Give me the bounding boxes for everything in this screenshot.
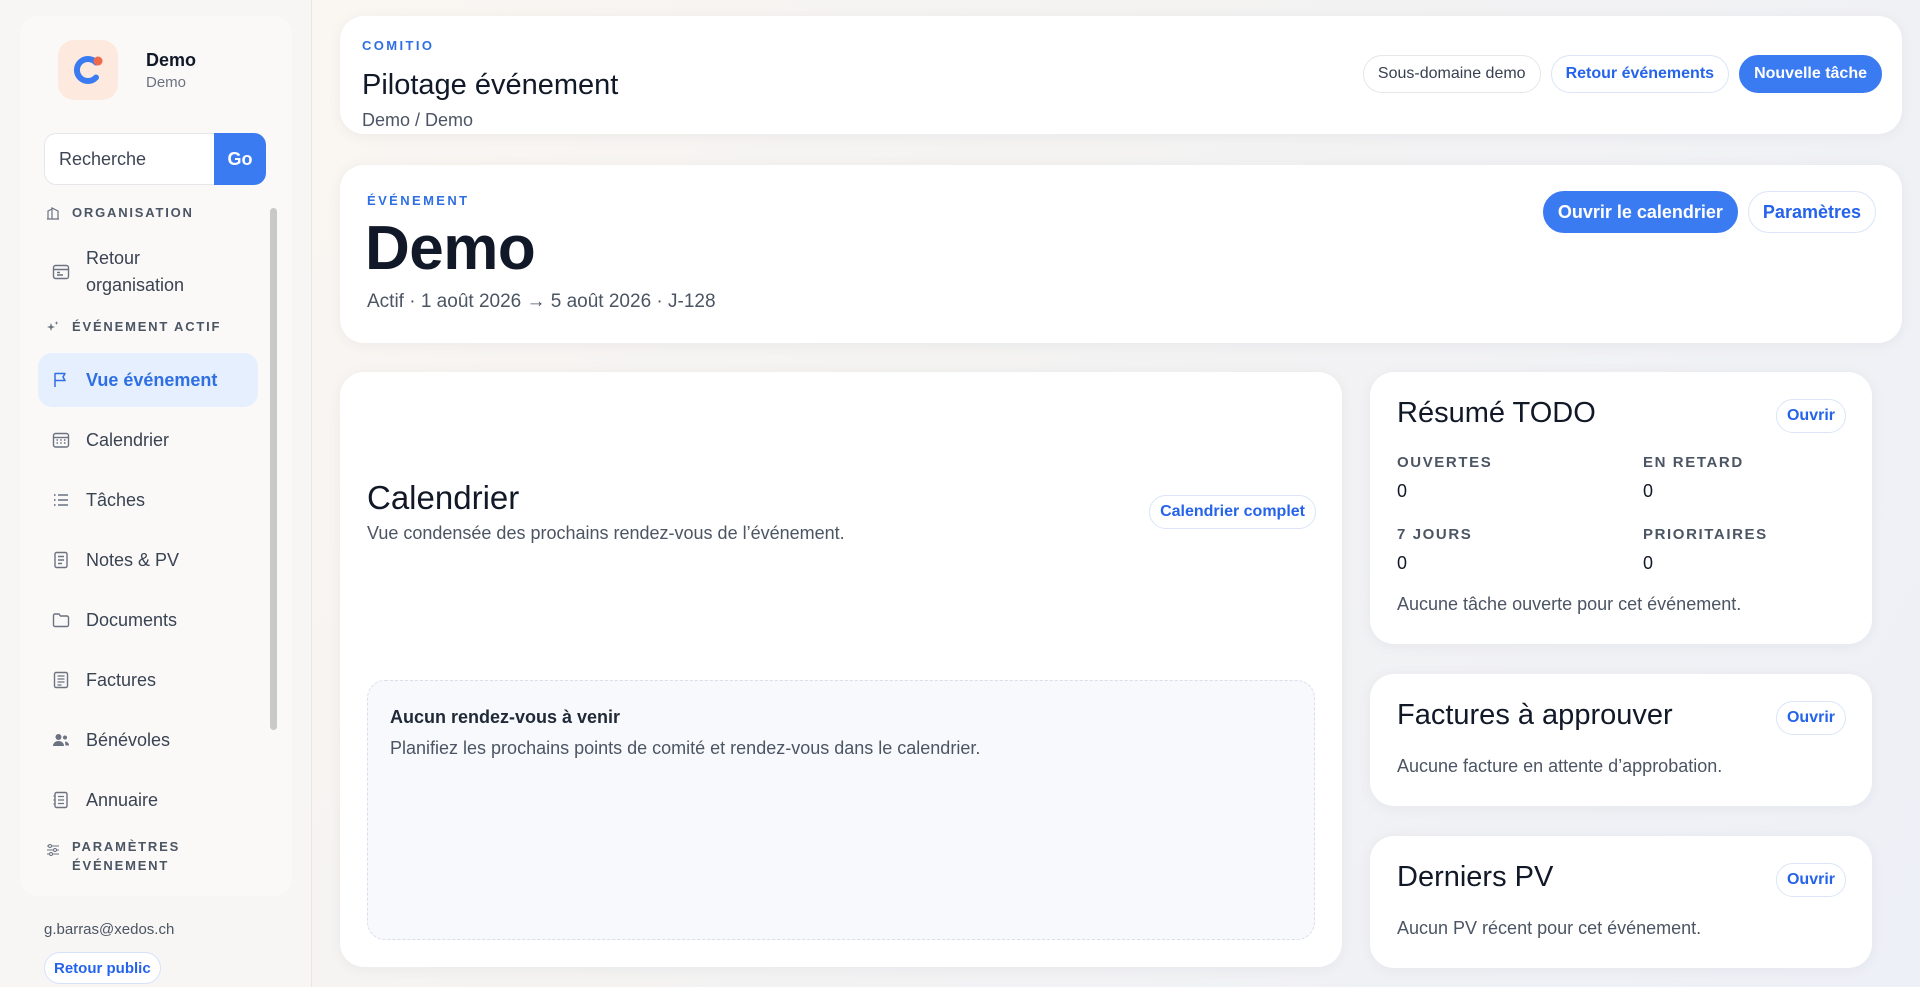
todo-empty-text: Aucune tâche ouverte pour cet événement. [1397,594,1742,614]
invoices-open-button[interactable]: Ouvrir [1775,701,1846,735]
sidebar-item-label: Documents [86,609,178,630]
todo-stats: OUVERTES 0 EN RETARD 0 7 JOURS 0 PRIORIT… [1397,454,1847,574]
todo-open-button[interactable]: Ouvrir [1775,399,1846,433]
stat-value: 0 [1643,553,1654,573]
building-icon [47,207,59,220]
empty-state-text: Planifiez les prochains points de comité… [390,738,981,758]
event-card: ÉVÉNEMENT Demo Actif · 1 août 2026 → 5 a… [340,165,1902,343]
nav-section-organisation: ORGANISATION [38,205,258,239]
calendar-empty-state: Aucun rendez-vous à venir Planifiez les … [367,680,1315,940]
user-email: g.barras@xedos.ch [44,921,175,938]
sidebar-item-calendar[interactable]: Calendrier [38,413,258,467]
brand-subtitle: Demo [146,73,187,91]
search-form: Go [44,133,266,185]
sparkle-icon [47,321,59,331]
header-actions: Sous-domaine demo Retour événements Nouv… [1362,55,1882,93]
invoices-empty-text: Aucune facture en attente d’approbation. [1397,756,1723,776]
sidebar-nav: ORGANISATION Retour organisation ÉVÉNEMEN… [38,205,258,875]
new-task-button[interactable]: Nouvelle tâche [1739,55,1882,93]
calendar-icon [52,432,70,448]
event-actions: Ouvrir le calendrier Paramètres [1542,191,1876,233]
list-icon [54,494,68,506]
stat-value: 0 [1397,553,1408,573]
sidebar-item-label: Vue événement [86,369,218,390]
stat-label: 7 JOURS [1397,526,1473,543]
brand-name: Demo [146,49,197,70]
sidebar-item-label: Tâches [86,489,146,510]
event-meta: Actif · 1 août 2026 → 5 août 2026 · J-12… [367,291,716,312]
sidebar-item-invoices[interactable]: Factures [38,653,258,707]
minutes-title: Derniers PV [1397,861,1554,893]
stat-label: PRIORITAIRES [1643,526,1768,543]
nav-section-label: ÉVÉNEMENT ACTIF [72,319,222,334]
brand[interactable]: Demo Demo [58,40,196,100]
sidebar-item-label: Calendrier [86,429,170,450]
stat-open: OUVERTES 0 [1397,454,1643,502]
stat-value: 0 [1643,481,1654,501]
sidebar: Demo Demo Go ORGANISATION Retour organisa… [0,0,312,987]
stat-priority: PRIORITAIRES 0 [1643,526,1847,574]
full-calendar-button[interactable]: Calendrier complet [1149,495,1316,529]
invoices-title: Factures à approuver [1397,699,1673,731]
sidebar-item-event-view[interactable]: Vue événement [38,353,258,407]
todo-summary-card: Résumé TODO Ouvrir OUVERTES 0 EN RETARD … [1370,372,1872,644]
search-input[interactable] [44,133,214,185]
invoices-card: Factures à approuver Ouvrir Aucune factu… [1370,674,1872,806]
sliders-icon [47,844,59,856]
minutes-empty-text: Aucun PV récent pour cet événement. [1397,918,1702,938]
page-title: Pilotage événement [362,69,619,101]
directory-icon [53,791,68,809]
sidebar-item-label: Bénévoles [86,729,171,750]
sidebar-item-label: Factures [86,669,157,690]
search-go-button[interactable]: Go [214,133,266,185]
breadcrumb: Demo / Demo [362,110,474,130]
sidebar-item-back-organisation[interactable]: Retour organisation [38,239,258,305]
calendar-card: Calendrier Vue condensée des prochains r… [340,372,1342,967]
sidebar-item-label: Annuaire [86,789,159,810]
stat-7-days: 7 JOURS 0 [1397,526,1643,574]
back-public-button[interactable]: Retour public [44,952,161,984]
sidebar-scrollbar-thumb[interactable] [270,208,277,730]
sidebar-item-volunteers[interactable]: Bénévoles [38,713,258,767]
flag-icon [54,372,66,387]
todo-title: Résumé TODO [1397,397,1596,429]
notes-icon [54,551,68,569]
nav-section-event: ÉVÉNEMENT ACTIF [38,319,258,353]
sidebar-item-notes[interactable]: Notes & PV [38,533,258,587]
event-name: Demo [365,214,536,283]
sidebar-item-directory[interactable]: Annuaire [38,773,258,827]
minutes-card: Derniers PV Ouvrir Aucun PV récent pour … [1370,836,1872,968]
nav-section-label: PARAMÈTRES [72,839,181,854]
subdomain-button[interactable]: Sous-domaine demo [1362,55,1541,93]
calendar-title: Calendrier [367,479,520,516]
back-events-button[interactable]: Retour événements [1550,55,1730,93]
nav-section-label: ÉVÉNEMENT [72,858,170,873]
header-card: COMITIO Pilotage événement Demo / Demo S… [340,16,1902,134]
sidebar-item-label: Retour [86,248,141,268]
folder-icon [52,613,70,628]
open-calendar-button[interactable]: Ouvrir le calendrier [1542,191,1738,233]
nav-section-event-settings: PARAMÈTRES ÉVÉNEMENT [38,837,258,875]
sidebar-item-documents[interactable]: Documents [38,593,258,647]
sidebar-item-tasks[interactable]: Tâches [38,473,258,527]
users-icon [53,734,69,746]
stat-value: 0 [1397,481,1408,501]
sidebar-item-label: Notes & PV [86,549,180,570]
stat-label: OUVERTES [1397,454,1493,471]
dashboard-icon [52,264,70,280]
empty-state-title: Aucun rendez-vous à venir [390,707,621,727]
minutes-open-button[interactable]: Ouvrir [1775,863,1846,897]
invoice-icon [53,671,69,689]
stat-overdue: EN RETARD 0 [1643,454,1847,502]
nav-section-label: ORGANISATION [72,205,194,220]
event-kicker: ÉVÉNEMENT [367,193,470,208]
sidebar-item-label: organisation [86,275,185,295]
header-kicker: COMITIO [362,38,435,53]
calendar-subtitle: Vue condensée des prochains rendez-vous … [367,523,845,543]
comitio-c-logo-icon [58,40,118,100]
stat-label: EN RETARD [1643,454,1744,471]
event-settings-button[interactable]: Paramètres [1747,191,1876,233]
